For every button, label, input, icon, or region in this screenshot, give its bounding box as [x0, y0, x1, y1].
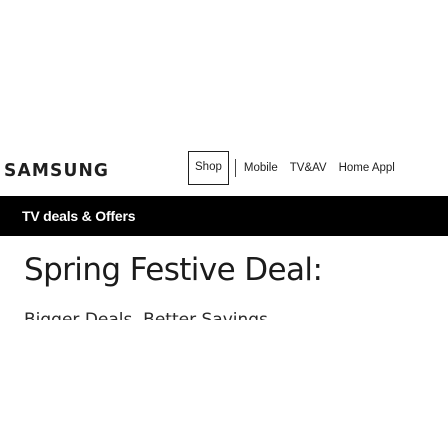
hero-title: Spring Festive Deal:: [24, 252, 323, 288]
hero-subtitle: Bigger Deals. Better Savings: [24, 310, 268, 320]
nav-divider: [234, 159, 236, 177]
nav-item-home-appliances[interactable]: Home Appl: [333, 151, 401, 185]
banner-title: TV deals & Offers: [22, 208, 136, 224]
nav-item-tv-av[interactable]: TV&AV: [284, 151, 333, 185]
samsung-logo[interactable]: SAMSUNG: [4, 160, 109, 181]
main-nav: Shop Mobile TV&AV Home Appl: [188, 151, 401, 185]
tv-deals-banner[interactable]: TV deals & Offers: [0, 196, 448, 236]
nav-item-shop[interactable]: Shop: [188, 151, 229, 185]
page: SAMSUNG Shop Mobile TV&AV Home Appl TV d…: [0, 0, 448, 448]
nav-item-mobile[interactable]: Mobile: [238, 151, 284, 185]
